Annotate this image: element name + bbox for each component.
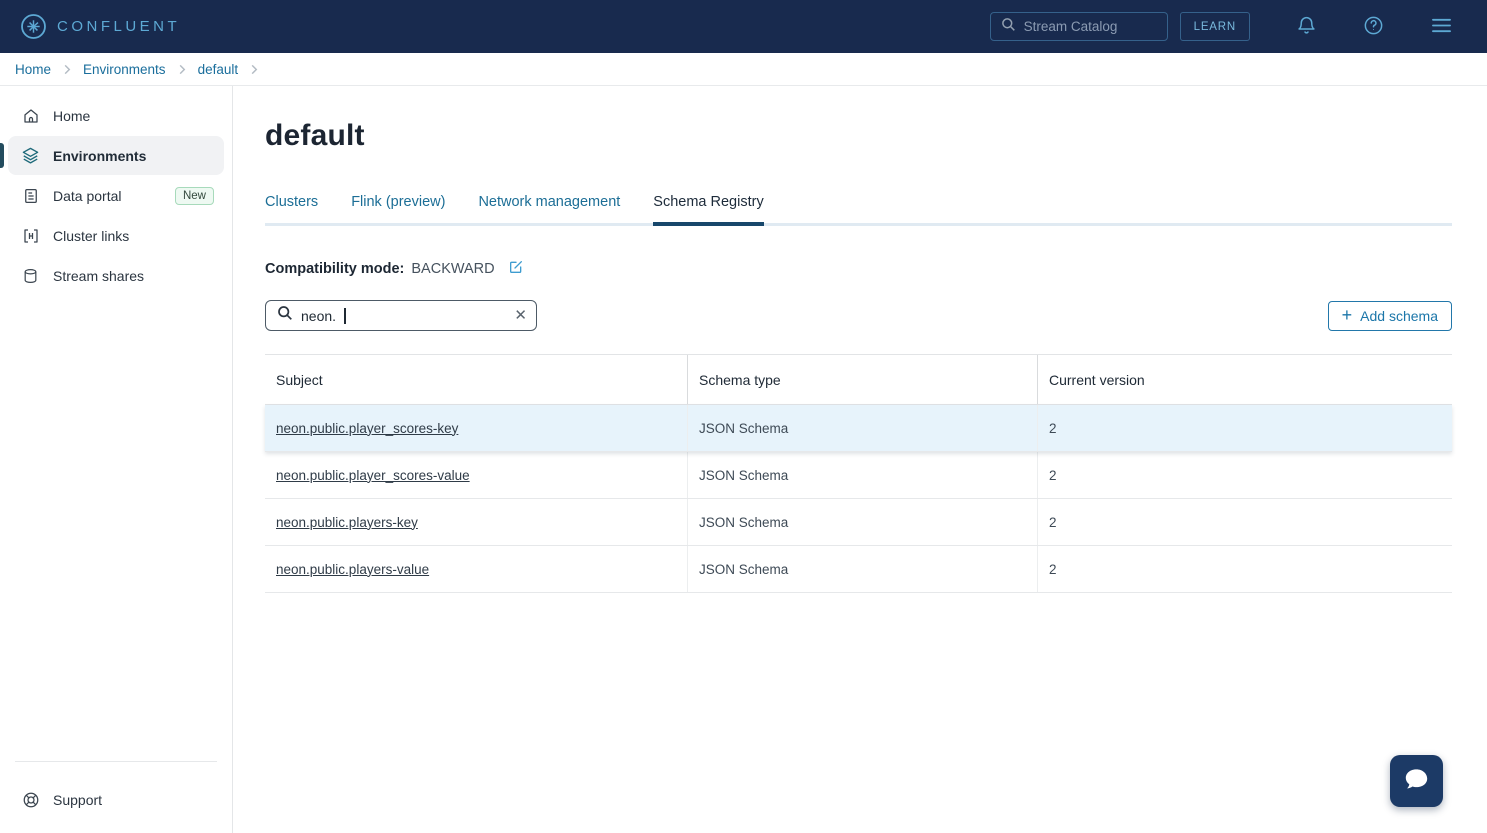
top-navigation: CONFLUENT LEARN xyxy=(0,0,1487,53)
sidebar-item-label: Environments xyxy=(53,148,224,164)
current-version-cell: 2 xyxy=(1037,499,1452,545)
table-row[interactable]: neon.public.players-key JSON Schema 2 xyxy=(265,499,1452,546)
schema-type-cell: JSON Schema xyxy=(687,405,1037,451)
schemas-table: Subject Schema type Current version neon… xyxy=(265,354,1452,593)
notifications-button[interactable] xyxy=(1296,15,1317,39)
sidebar-item-label: Home xyxy=(53,108,224,124)
subject-link[interactable]: neon.public.players-key xyxy=(276,515,418,530)
page-title: default xyxy=(265,119,1452,153)
compatibility-mode-label: Compatibility mode: xyxy=(265,261,404,277)
tab-clusters[interactable]: Clusters xyxy=(265,194,318,223)
sidebar-item-label: Data portal xyxy=(53,188,162,204)
question-circle-icon xyxy=(1363,15,1384,39)
sidebar-item-home[interactable]: Home xyxy=(8,96,224,135)
plus-icon: + xyxy=(1342,306,1353,324)
schema-type-cell: JSON Schema xyxy=(687,452,1037,498)
column-header-subject: Subject xyxy=(265,355,687,404)
chevron-right-icon xyxy=(63,64,71,75)
chat-widget-button[interactable] xyxy=(1390,755,1443,807)
hamburger-icon xyxy=(1430,16,1453,38)
help-button[interactable] xyxy=(1363,15,1384,39)
database-icon xyxy=(21,266,40,285)
column-header-schema-type: Schema type xyxy=(687,355,1037,404)
chat-bubble-icon xyxy=(1403,767,1430,795)
table-row[interactable]: neon.public.player_scores-key JSON Schem… xyxy=(265,405,1452,452)
compatibility-mode-row: Compatibility mode: BACKWARD xyxy=(265,259,1452,278)
hamburger-menu-button[interactable] xyxy=(1430,16,1453,38)
sidebar-item-label: Stream shares xyxy=(53,268,224,284)
stream-catalog-search[interactable] xyxy=(990,12,1168,41)
tab-flink-preview[interactable]: Flink (preview) xyxy=(351,194,445,223)
table-row[interactable]: neon.public.players-value JSON Schema 2 xyxy=(265,546,1452,593)
table-body: neon.public.player_scores-key JSON Schem… xyxy=(265,405,1452,593)
column-header-current-version: Current version xyxy=(1037,355,1452,404)
tab-network-management[interactable]: Network management xyxy=(478,194,620,223)
learn-button[interactable]: LEARN xyxy=(1180,12,1250,41)
lifebuoy-icon xyxy=(21,790,40,809)
table-header: Subject Schema type Current version xyxy=(265,355,1452,405)
search-icon xyxy=(1001,17,1016,37)
subject-link[interactable]: neon.public.player_scores-value xyxy=(276,468,470,483)
close-icon: ✕ xyxy=(514,307,527,324)
confluent-logo[interactable]: CONFLUENT xyxy=(20,13,180,40)
subject-link[interactable]: neon.public.players-value xyxy=(276,562,429,577)
search-icon xyxy=(277,305,293,326)
chevron-right-icon xyxy=(250,64,258,75)
breadcrumb-home[interactable]: Home xyxy=(15,62,51,77)
schema-search-input[interactable]: neon. ✕ xyxy=(265,300,537,331)
home-icon xyxy=(21,106,40,125)
add-schema-button[interactable]: + Add schema xyxy=(1328,301,1452,331)
current-version-cell: 2 xyxy=(1037,546,1452,592)
clear-search-button[interactable]: ✕ xyxy=(514,308,527,323)
sidebar-item-label: Support xyxy=(53,792,224,808)
tab-bar: Clusters Flink (preview) Network managem… xyxy=(265,194,1452,226)
search-query-text: neon. xyxy=(301,308,336,324)
current-version-cell: 2 xyxy=(1037,452,1452,498)
sidebar-item-data-portal[interactable]: Data portal New xyxy=(8,176,224,215)
edit-compatibility-button[interactable] xyxy=(508,259,524,278)
bell-icon xyxy=(1296,15,1317,39)
cluster-links-icon xyxy=(21,226,40,245)
breadcrumb-environments[interactable]: Environments xyxy=(83,62,166,77)
compatibility-mode-value: BACKWARD xyxy=(411,261,494,277)
edit-icon xyxy=(508,259,524,278)
sidebar-item-label: Cluster links xyxy=(53,228,224,244)
breadcrumb-default[interactable]: default xyxy=(198,62,239,77)
layers-icon xyxy=(21,146,40,165)
subject-link[interactable]: neon.public.player_scores-key xyxy=(276,421,458,436)
sidebar-item-environments[interactable]: Environments xyxy=(8,136,224,175)
document-icon xyxy=(21,186,40,205)
schema-type-cell: JSON Schema xyxy=(687,499,1037,545)
add-schema-label: Add schema xyxy=(1360,308,1438,324)
current-version-cell: 2 xyxy=(1037,405,1452,451)
brand-name: CONFLUENT xyxy=(57,18,180,35)
table-row[interactable]: neon.public.player_scores-value JSON Sch… xyxy=(265,452,1452,499)
new-badge: New xyxy=(175,187,214,205)
sidebar-item-cluster-links[interactable]: Cluster links xyxy=(8,216,224,255)
stream-catalog-input[interactable] xyxy=(1024,19,1157,34)
schema-type-cell: JSON Schema xyxy=(687,546,1037,592)
sidebar: Home Environments Data portal New xyxy=(0,86,233,833)
sidebar-item-support[interactable]: Support xyxy=(8,780,224,819)
sidebar-divider xyxy=(15,761,217,762)
chevron-right-icon xyxy=(178,64,186,75)
text-cursor xyxy=(344,308,346,324)
main-content: default Clusters Flink (preview) Network… xyxy=(233,86,1487,833)
confluent-logo-icon xyxy=(20,13,47,40)
sidebar-item-stream-shares[interactable]: Stream shares xyxy=(8,256,224,295)
tab-schema-registry[interactable]: Schema Registry xyxy=(653,194,763,223)
breadcrumb: Home Environments default xyxy=(0,53,1487,86)
